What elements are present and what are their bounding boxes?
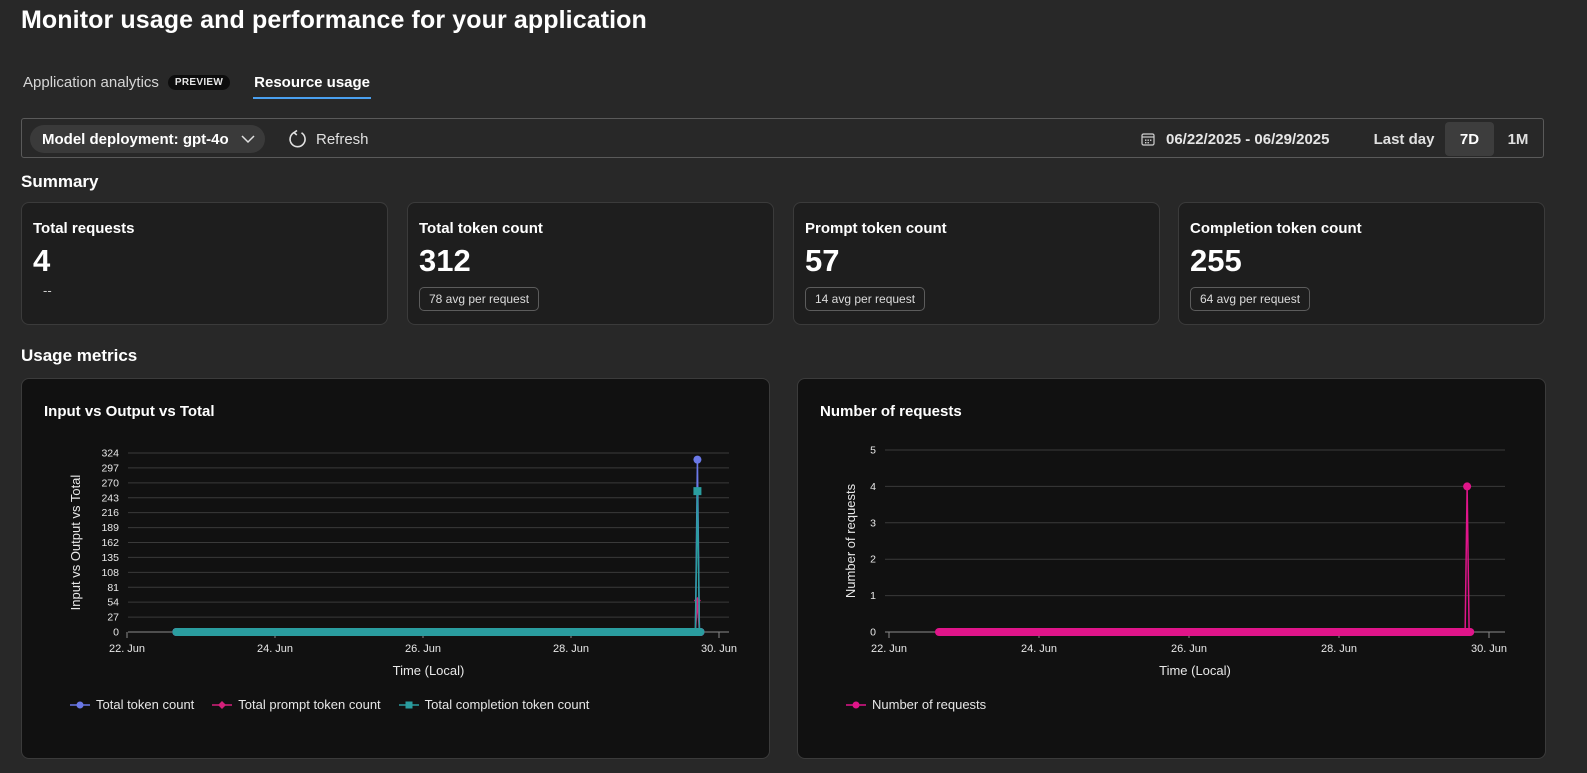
legend-item-number-of-requests[interactable]: Number of requests: [846, 697, 986, 712]
legend-label: Total completion token count: [424, 697, 590, 712]
card-value: 57: [805, 243, 840, 278]
toolbar: Model deployment: gpt-4o Refresh 06/22/2…: [21, 118, 1544, 158]
card-sub: 78 avg per request: [419, 287, 540, 311]
y-tick-label: 0: [870, 627, 876, 639]
range-last-day-button[interactable]: Last day: [1362, 122, 1446, 156]
y-tick-label: 5: [870, 445, 876, 457]
legend-label: Total prompt token count: [238, 697, 381, 712]
tab-resource-usage[interactable]: Resource usage: [253, 70, 372, 99]
summary-card-prompt-token-count: Prompt token count 57 14 avg per request: [793, 202, 1160, 325]
card-label: Completion token count: [1190, 220, 1362, 237]
y-tick-label: 135: [101, 552, 119, 564]
data-point-total-completion-token-count: [693, 487, 702, 496]
legend-item-total-completion-token-count[interactable]: Total completion token count: [398, 697, 590, 712]
y-tick-label: 297: [101, 462, 119, 474]
x-tick-label: 24. Jun: [1021, 643, 1057, 655]
usage-metrics-title: Usage metrics: [21, 346, 138, 365]
range-7d-button[interactable]: 7D: [1445, 122, 1494, 156]
y-tick-label: 108: [101, 567, 119, 579]
page-title: Monitor usage and performance for your a…: [21, 6, 647, 34]
refresh-label: Refresh: [316, 130, 369, 148]
chart-panel-requests: Number of requests 0 1 2 3 4 5 22. Jun 24. Jun 2…: [797, 378, 1546, 759]
card-sub: --: [43, 283, 52, 298]
legend-item-total-prompt-token-count[interactable]: Total prompt token count: [212, 697, 381, 712]
card-label: Total token count: [419, 220, 543, 237]
y-axis-title: Number of requests: [843, 483, 858, 598]
range-1m-button[interactable]: 1M: [1496, 122, 1540, 156]
x-tick-label: 22. Jun: [871, 643, 907, 655]
card-label: Prompt token count: [805, 220, 947, 237]
x-tick-label: 28. Jun: [553, 643, 589, 655]
y-tick-label: 216: [101, 507, 119, 519]
refresh-button[interactable]: Refresh: [288, 125, 369, 153]
summary-card-total-requests: Total requests 4 --: [21, 202, 388, 325]
chart-panel-tokens: Input vs Output vs Total 0 27 54 81 108 135 16…: [21, 378, 770, 759]
legend-item-total-token-count[interactable]: Total token count: [70, 697, 194, 712]
legend-marker-icon: [846, 701, 866, 708]
x-axis-title: Time (Local): [393, 663, 465, 678]
card-sub: 14 avg per request: [805, 287, 926, 311]
chevron-down-icon: [241, 135, 255, 144]
y-tick-label: 54: [107, 597, 119, 609]
card-value: 4: [33, 243, 51, 278]
x-axis-title: Time (Local): [1159, 663, 1231, 678]
legend-marker-icon: [212, 700, 233, 709]
tab-bar: Application analytics PREVIEW Resource u…: [22, 70, 372, 99]
summary-card-completion-token-count: Completion token count 255 64 avg per re…: [1178, 202, 1545, 325]
card-value: 312: [419, 243, 471, 278]
model-deployment-dropdown[interactable]: Model deployment: gpt-4o: [30, 125, 265, 153]
data-point-number-of-requests: [1463, 482, 1472, 491]
x-tick-label: 28. Jun: [1321, 643, 1357, 655]
x-tick-label: 26. Jun: [405, 643, 441, 655]
y-tick-label: 243: [101, 492, 119, 504]
y-tick-label: 1: [870, 590, 876, 602]
y-tick-label: 162: [101, 537, 119, 549]
data-point-total-token-count: [693, 455, 702, 464]
tab-label: Application analytics: [23, 74, 159, 91]
y-tick-label: 2: [870, 554, 876, 566]
y-tick-label: 324: [101, 448, 119, 460]
x-tick-label: 22. Jun: [109, 643, 145, 655]
y-tick-label: 27: [107, 612, 119, 624]
chart-legend: Number of requests: [846, 697, 1004, 712]
chart-legend: Total token count Total prompt token cou…: [70, 697, 607, 712]
dropdown-label: Model deployment: gpt-4o: [42, 130, 229, 148]
summary-card-total-token-count: Total token count 312 78 avg per request: [407, 202, 774, 325]
legend-label: Number of requests: [872, 697, 987, 712]
data-point-total-prompt-token-count: [693, 597, 701, 605]
calendar-icon: [1141, 133, 1155, 146]
tab-label: Resource usage: [254, 74, 371, 91]
legend-marker-icon: [398, 701, 419, 708]
card-label: Total requests: [33, 220, 135, 237]
legend-label: Total token count: [96, 697, 195, 712]
x-tick-label: 24. Jun: [257, 643, 293, 655]
legend-marker-icon: [70, 701, 90, 708]
y-tick-label: 81: [107, 582, 119, 594]
card-value: 255: [1190, 243, 1242, 278]
refresh-icon: [289, 129, 306, 148]
tab-application-analytics[interactable]: Application analytics PREVIEW: [22, 70, 231, 99]
summary-title: Summary: [21, 172, 99, 191]
y-tick-label: 3: [870, 517, 876, 529]
preview-badge: PREVIEW: [167, 75, 231, 90]
y-axis-title: Input vs Output vs Total: [68, 475, 83, 611]
x-tick-label: 26. Jun: [1171, 643, 1207, 655]
y-tick-label: 189: [101, 522, 119, 534]
y-tick-label: 270: [101, 477, 119, 489]
y-tick-label: 4: [870, 481, 876, 493]
date-range-picker[interactable]: 06/22/2025 - 06/29/2025: [1140, 125, 1329, 153]
x-tick-label: 30. Jun: [701, 643, 737, 655]
x-tick-label: 30. Jun: [1471, 643, 1507, 655]
date-range-value: 06/22/2025 - 06/29/2025: [1166, 130, 1330, 148]
y-tick-label: 0: [113, 627, 119, 639]
card-sub: 64 avg per request: [1190, 287, 1311, 311]
